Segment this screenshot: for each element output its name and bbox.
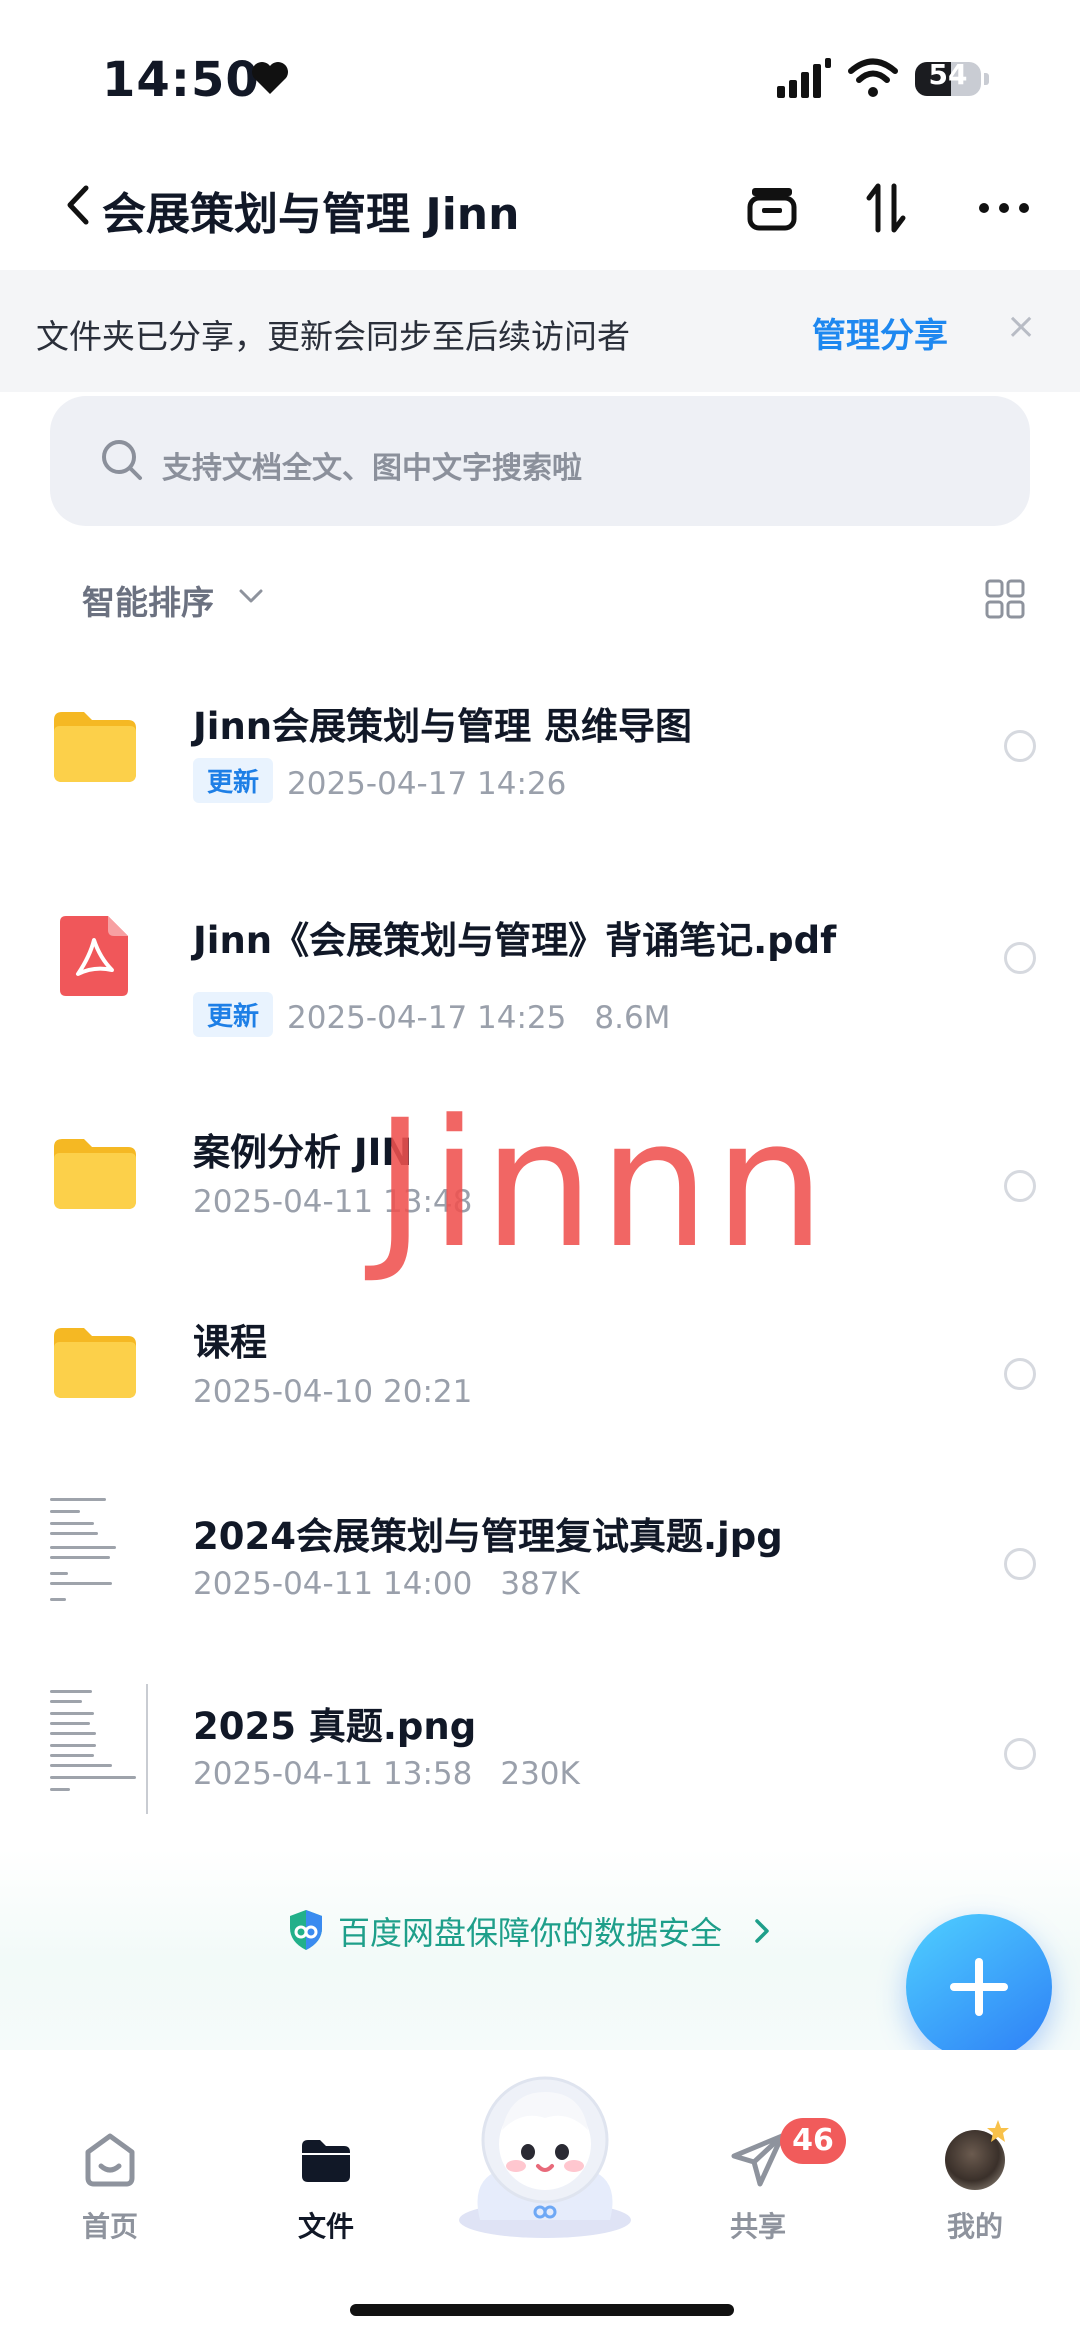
- manage-share-link[interactable]: 管理分享: [812, 308, 948, 357]
- file-name: 课程: [193, 1321, 267, 1364]
- smart-sort-dropdown[interactable]: 智能排序: [82, 576, 214, 624]
- update-badge: 更新: [193, 992, 274, 1037]
- file-row[interactable]: Jinn《会展策划与管理》背诵笔记.pdf 更新 2025-04-17 14:25…: [0, 868, 1080, 1048]
- select-radio[interactable]: [1004, 1548, 1036, 1580]
- file-meta: 2025-04-11 14:00 387K: [193, 1566, 580, 1602]
- file-meta: 更新 2025-04-17 14:25 8.6M: [193, 992, 670, 1037]
- folder-icon: [54, 712, 136, 782]
- file-meta: 更新 2025-04-17 14:26: [193, 758, 566, 803]
- file-row[interactable]: 2024会展策划与管理复试真题.jpg 2025-04-11 14:00 387K: [0, 1462, 1080, 1642]
- chevron-right-icon[interactable]: [750, 1916, 774, 1946]
- tab-home[interactable]: 首页: [50, 2205, 170, 2245]
- tab-me[interactable]: 我的: [915, 2205, 1035, 2245]
- image-thumbnail: [48, 1490, 148, 1620]
- file-row[interactable]: 2025 真题.png 2025-04-11 13:58 230K: [0, 1652, 1080, 1832]
- file-row[interactable]: 课程 2025-04-10 20:21: [0, 1272, 1080, 1452]
- notification-count-badge: 46: [780, 2118, 846, 2164]
- select-radio[interactable]: [1004, 1358, 1036, 1390]
- back-button[interactable]: [58, 180, 98, 230]
- security-notice-link[interactable]: 百度网盘保障你的数据安全: [338, 1908, 722, 1954]
- folder-icon: [54, 1328, 136, 1398]
- folder-tab-icon[interactable]: [296, 2130, 356, 2190]
- file-name: 2024会展策划与管理复试真题.jpg: [193, 1515, 783, 1558]
- more-options-icon[interactable]: [974, 178, 1034, 238]
- shield-icon: [290, 1910, 322, 1950]
- search-placeholder: 支持文档全文、图中文字搜索啦: [162, 451, 582, 486]
- file-row[interactable]: Jinn会展策划与管理 思维导图 更新 2025-04-17 14:26: [0, 660, 1080, 840]
- folder-icon: [54, 1139, 136, 1209]
- send-share-icon[interactable]: [728, 2130, 788, 2190]
- select-radio[interactable]: [1004, 1170, 1036, 1202]
- watermark-text: Jinnn: [374, 1082, 830, 1287]
- battery-percent: 54: [928, 58, 968, 91]
- status-time: 14:50: [102, 52, 260, 108]
- star-icon: [987, 2120, 1009, 2142]
- tab-share[interactable]: 共享: [698, 2205, 818, 2245]
- search-icon: [102, 440, 142, 480]
- file-name: Jinn《会展策划与管理》背诵笔记.pdf: [193, 919, 837, 962]
- file-date: 2025-04-17 14:26: [287, 766, 567, 802]
- select-radio[interactable]: [1004, 730, 1036, 762]
- file-size: 8.6M: [594, 1000, 671, 1036]
- wifi-icon: [848, 58, 898, 97]
- file-date: 2025-04-10 20:21: [193, 1374, 473, 1410]
- home-indicator: [350, 2304, 734, 2316]
- page-title: 会展策划与管理 Jinn: [102, 189, 520, 240]
- tab-files[interactable]: 文件: [266, 2205, 386, 2245]
- sort-arrows-icon[interactable]: [858, 178, 918, 238]
- assistant-mascot[interactable]: [440, 2070, 650, 2240]
- share-notice-text: 文件夹已分享，更新会同步至后续访问者: [36, 317, 630, 356]
- grid-view-icon[interactable]: [984, 578, 1026, 620]
- file-size: 387K: [500, 1566, 580, 1602]
- file-date: 2025-04-17 14:25: [287, 1000, 567, 1036]
- file-name: Jinn会展策划与管理 思维导图: [193, 705, 693, 748]
- add-button[interactable]: [906, 1914, 1052, 2060]
- close-banner-button[interactable]: ×: [1006, 306, 1036, 347]
- file-name: 2025 真题.png: [193, 1705, 477, 1748]
- select-radio[interactable]: [1004, 942, 1036, 974]
- image-thumbnail: [48, 1684, 148, 1814]
- home-icon[interactable]: [80, 2130, 140, 2190]
- file-date: 2025-04-11 14:00: [193, 1566, 473, 1602]
- battery-indicator: 54: [915, 58, 991, 98]
- file-date: 2025-04-11 13:58: [193, 1756, 473, 1792]
- file-meta: 2025-04-11 13:58 230K: [193, 1756, 580, 1792]
- pdf-icon: [60, 916, 128, 996]
- heart-icon: [252, 62, 288, 94]
- select-radio[interactable]: [1004, 1738, 1036, 1770]
- file-size: 230K: [500, 1756, 580, 1792]
- chevron-down-icon[interactable]: [236, 584, 266, 608]
- update-badge: 更新: [193, 758, 274, 803]
- archive-box-icon[interactable]: [742, 178, 802, 238]
- cellular-signal-icon: [777, 58, 831, 98]
